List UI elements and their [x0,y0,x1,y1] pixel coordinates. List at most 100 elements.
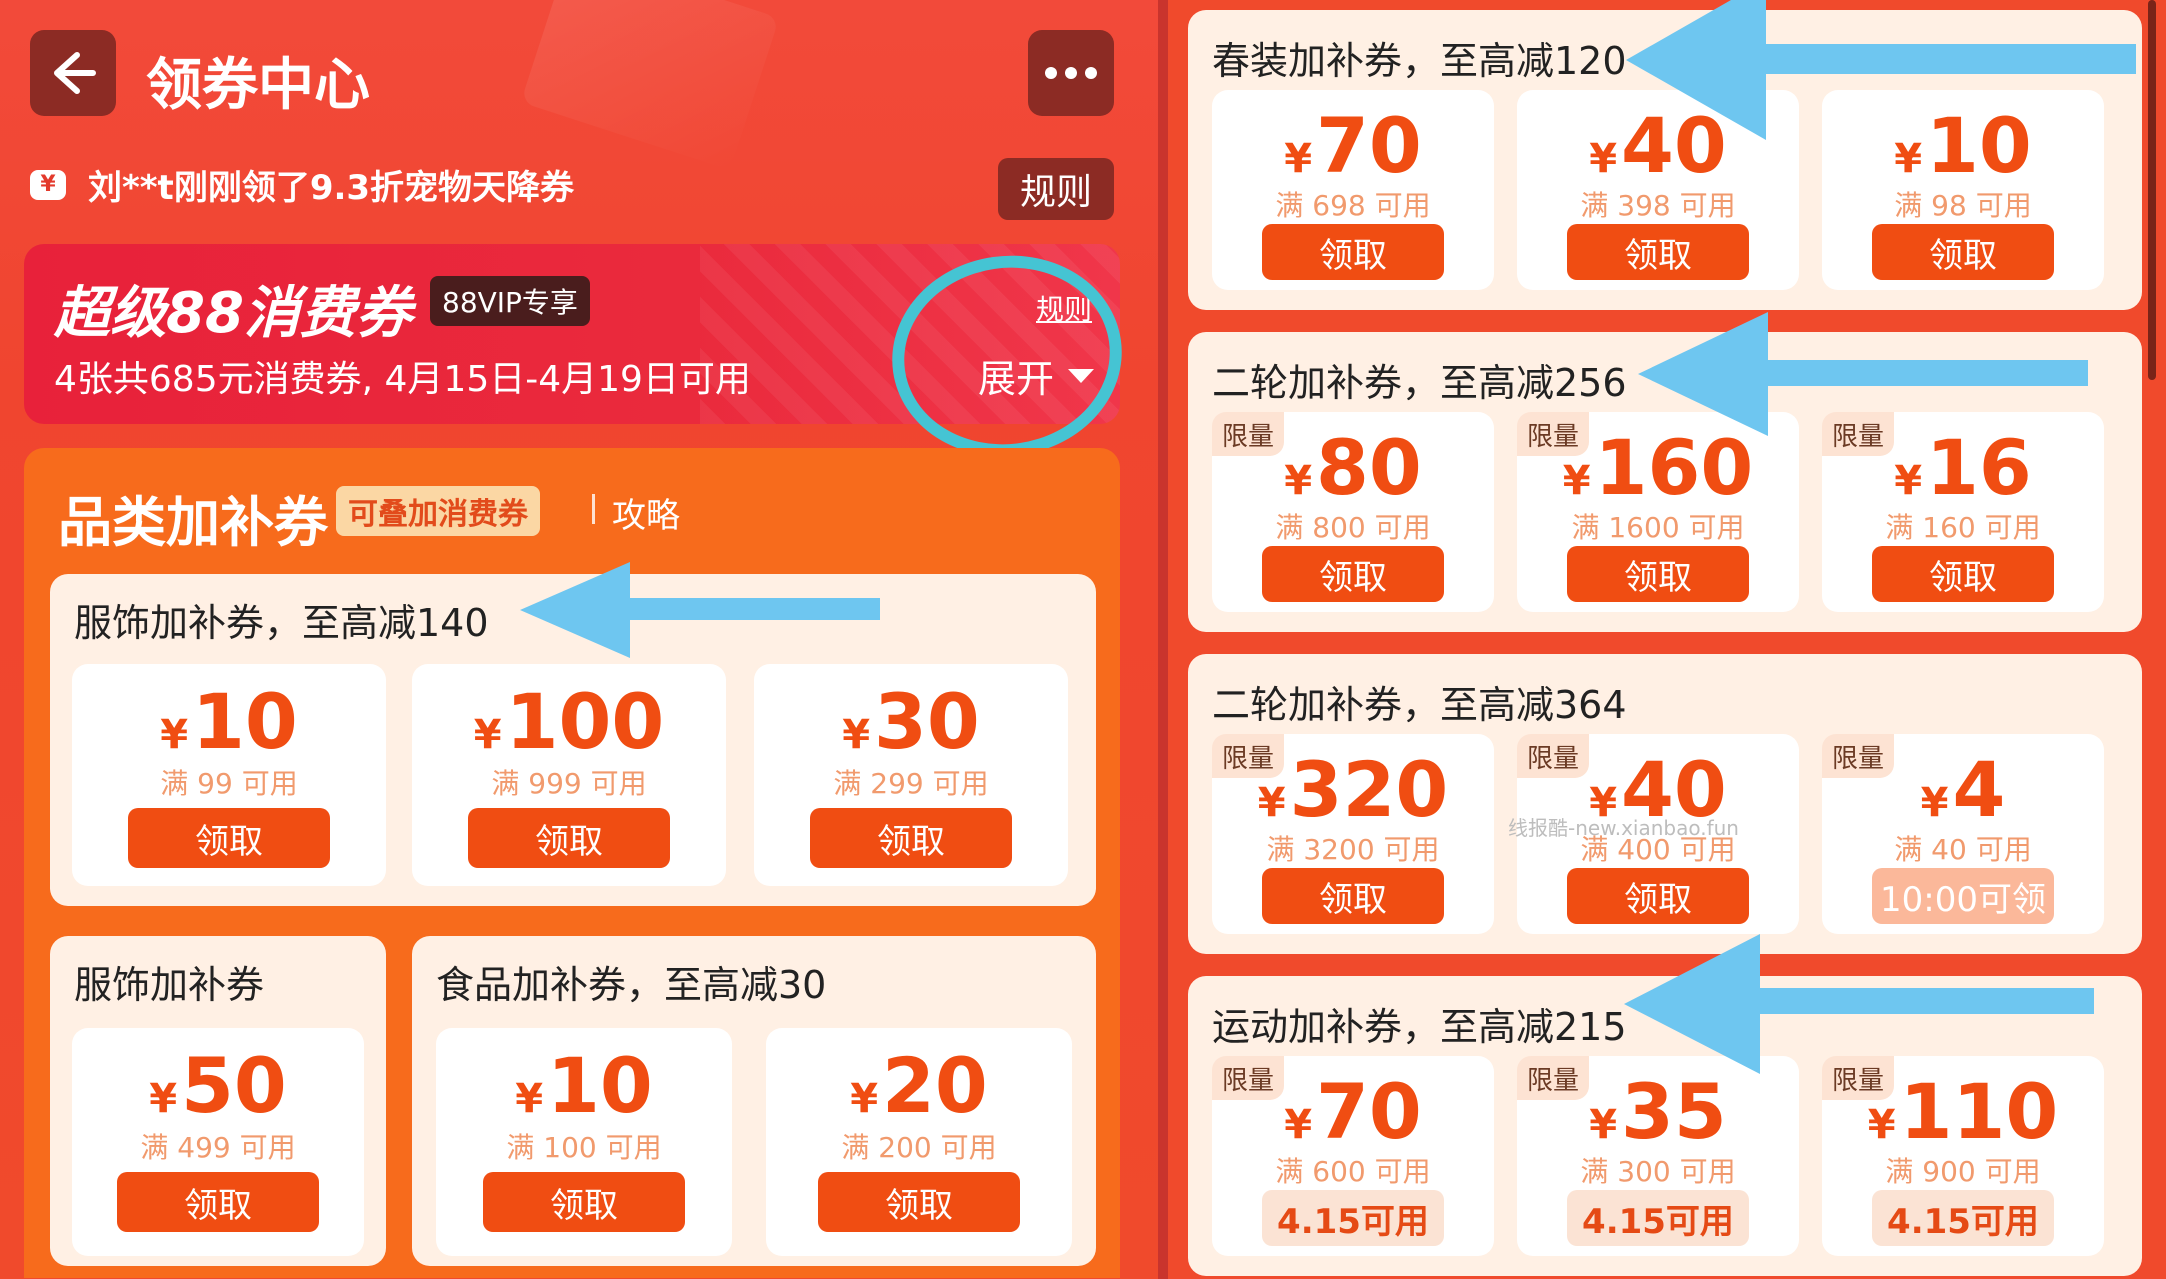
ticker-text: 刘**t刚刚领了9.3折宠物天降券 [88,168,575,208]
claim-button[interactable]: 领取 [818,1172,1020,1232]
amount-value: 20 [882,1041,988,1130]
rules-button[interactable]: 规则 [998,158,1114,220]
arrow-left-icon [54,52,96,94]
coupon-card: 限量 ¥160 满 1600 可用 领取 [1517,412,1799,612]
claim-button[interactable]: 领取 [1262,868,1444,924]
coupon-group: 食品加补券，至高减30 ¥10 满 100 可用 领取 ¥20 满 200 可用 领取 [412,936,1096,1266]
claim-button[interactable]: 领取 [1872,546,2054,602]
coupon-condition: 满 1600 可用 [1571,511,1745,544]
coupon-card: ¥50 满 499 可用 领取 [72,1028,364,1256]
coupon-amount: ¥20 [766,1048,1072,1124]
currency-symbol: ¥ [515,1076,544,1122]
coupon-condition: 满 900 可用 [1885,1155,2041,1188]
claim-button[interactable]: 领取 [468,808,670,868]
coupon-amount: ¥16 [1822,430,2104,506]
amount-value: 10 [1926,101,2032,190]
currency-symbol: ¥ [1920,780,1949,826]
currency-symbol: ¥ [1894,458,1923,504]
claim-button[interactable]: 领取 [810,808,1012,868]
claim-button[interactable]: 领取 [117,1172,319,1232]
currency-symbol: ¥ [1284,136,1313,182]
amount-value: 110 [1899,1067,2059,1156]
currency-symbol: ¥ [850,1076,879,1122]
amount-value: 50 [181,1041,287,1130]
coupon-amount: ¥10 [1822,108,2104,184]
claim-button[interactable]: 领取 [1262,546,1444,602]
coupon-condition: 满 398 可用 [1580,189,1736,222]
claim-button[interactable]: 领取 [1567,546,1749,602]
claim-button[interactable]: 4.15可用 [1872,1190,2054,1246]
coupon-amount: ¥100 [412,684,726,760]
claim-button[interactable]: 领取 [128,808,330,868]
coupon-card: 限量 ¥80 满 800 可用 领取 [1212,412,1494,612]
currency-symbol: ¥ [1562,458,1591,504]
amount-value: 70 [1316,101,1422,190]
watermark: 线报酷-new.xianbao.fun [1508,816,1739,840]
coupon-amount: ¥70 [1212,108,1494,184]
currency-symbol: ¥ [473,712,502,758]
coupon-amount: ¥70 [1212,1074,1494,1150]
coupon-condition: 满 299 可用 [833,767,989,800]
back-button[interactable] [30,30,116,116]
coupon-amount: ¥50 [72,1048,364,1124]
currency-symbol: ¥ [1257,780,1286,826]
category-title: 品类加补券 [58,491,328,554]
claim-button[interactable]: 领取 [1262,224,1444,280]
coupon-card: ¥10 满 100 可用 领取 [436,1028,732,1256]
coupon-card: 限量 ¥70 满 600 可用 4.15可用 [1212,1056,1494,1256]
claim-button[interactable]: 领取 [1872,224,2054,280]
claim-button[interactable]: 领取 [1567,868,1749,924]
currency-symbol: ¥ [1867,1102,1896,1148]
amount-value: 10 [547,1041,653,1130]
coupon-condition: 满 99 可用 [160,767,298,800]
amount-value: 4 [1952,745,2006,834]
coupon-condition: 满 98 可用 [1894,189,2032,222]
coupon-card: ¥10 满 98 可用 领取 [1822,90,2104,290]
currency-symbol: ¥ [160,712,189,758]
claim-button[interactable]: 领取 [483,1172,685,1232]
group-title: 春装加补券，至高减120 [1212,39,1627,83]
coupon-card: 限量 ¥110 满 900 可用 4.15可用 [1822,1056,2104,1256]
guide-link[interactable]: 攻略 [612,488,680,537]
currency-symbol: ¥ [1589,1102,1618,1148]
coupon-condition: 满 800 可用 [1275,511,1431,544]
group-title: 运动加补券，至高减215 [1212,1005,1627,1049]
left-screen: 领券中心 ¥ 刘**t刚刚领了9.3折宠物天降券 规则 超级88消费券 88VI… [0,0,1158,1279]
currency-symbol: ¥ [1284,1102,1313,1148]
more-dots-icon [1045,67,1097,79]
amount-value: 10 [192,677,298,766]
currency-symbol: ¥ [1284,458,1313,504]
coupon-amount: ¥10 [72,684,386,760]
coupon-condition: 满 100 可用 [506,1131,662,1164]
coupon-yen-icon: ¥ [30,169,66,200]
claim-button[interactable]: 10:00可领 [1872,868,2054,924]
coupon-condition: 满 3200 可用 [1266,833,1440,866]
coupon-card: ¥10 满 99 可用 领取 [72,664,386,886]
coupon-condition: 满 600 可用 [1275,1155,1431,1188]
divider [592,494,595,524]
scrollbar[interactable] [2148,0,2156,380]
coupon-condition: 满 200 可用 [841,1131,997,1164]
claim-button[interactable]: 领取 [1567,224,1749,280]
group-title: 二轮加补券，至高减364 [1212,683,1627,727]
coupon-condition: 满 999 可用 [491,767,647,800]
amount-value: 70 [1316,1067,1422,1156]
coupon-amount: ¥10 [436,1048,732,1124]
category-badge: 可叠加消费券 [336,486,540,536]
coupon-condition: 满 160 可用 [1885,511,2041,544]
right-screen: 春装加补券，至高减120 ¥70 满 698 可用 领取 ¥40 满 398 可用 领取 ¥1… [1168,0,2166,1279]
claim-ticker: ¥ 刘**t刚刚领了9.3折宠物天降券 [30,160,574,209]
coupon-card: 限量 ¥320 满 3200 可用 领取 [1212,734,1494,934]
coupon-group: 二轮加补券，至高减364 限量 ¥320 满 3200 可用 领取 限量 ¥40 满 400 … [1188,654,2142,954]
claim-button[interactable]: 4.15可用 [1262,1190,1444,1246]
amount-value: 35 [1621,1067,1727,1156]
amount-value: 30 [874,677,980,766]
vip-title: 超级88消费券 [54,281,412,346]
coupon-amount: ¥110 [1822,1074,2104,1150]
currency-symbol: ¥ [1589,136,1618,182]
group-title: 服饰加补券，至高减140 [74,601,489,645]
amount-value: 320 [1289,745,1449,834]
more-button[interactable] [1028,30,1114,116]
claim-button[interactable]: 4.15可用 [1567,1190,1749,1246]
amount-value: 16 [1926,423,2032,512]
